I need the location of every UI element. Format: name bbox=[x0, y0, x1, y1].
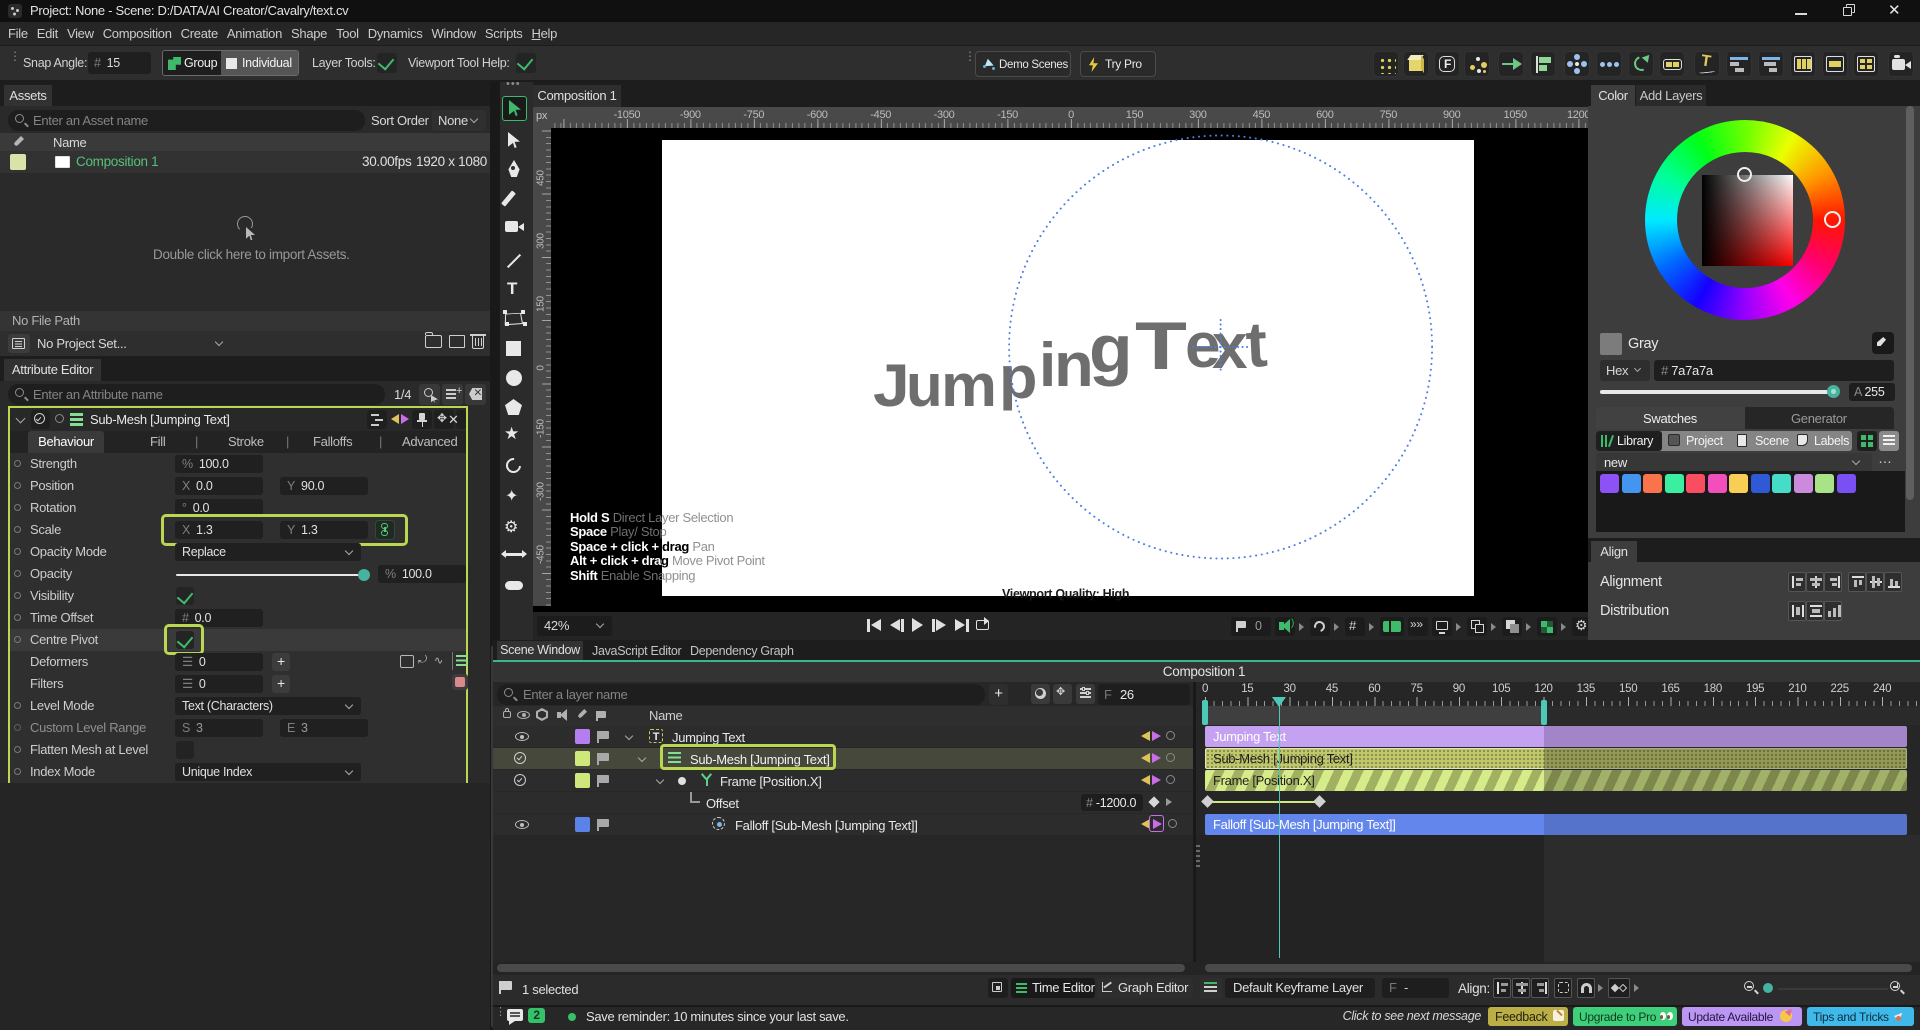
svg-text:u: u bbox=[906, 352, 942, 419]
svg-text:g: g bbox=[1089, 311, 1132, 387]
svg-text:n: n bbox=[1054, 330, 1093, 399]
svg-text:T: T bbox=[1135, 308, 1187, 384]
svg-text:p: p bbox=[999, 344, 1037, 411]
svg-text:m: m bbox=[941, 352, 997, 419]
svg-text:J: J bbox=[873, 353, 909, 420]
svg-text:t: t bbox=[1244, 308, 1269, 381]
